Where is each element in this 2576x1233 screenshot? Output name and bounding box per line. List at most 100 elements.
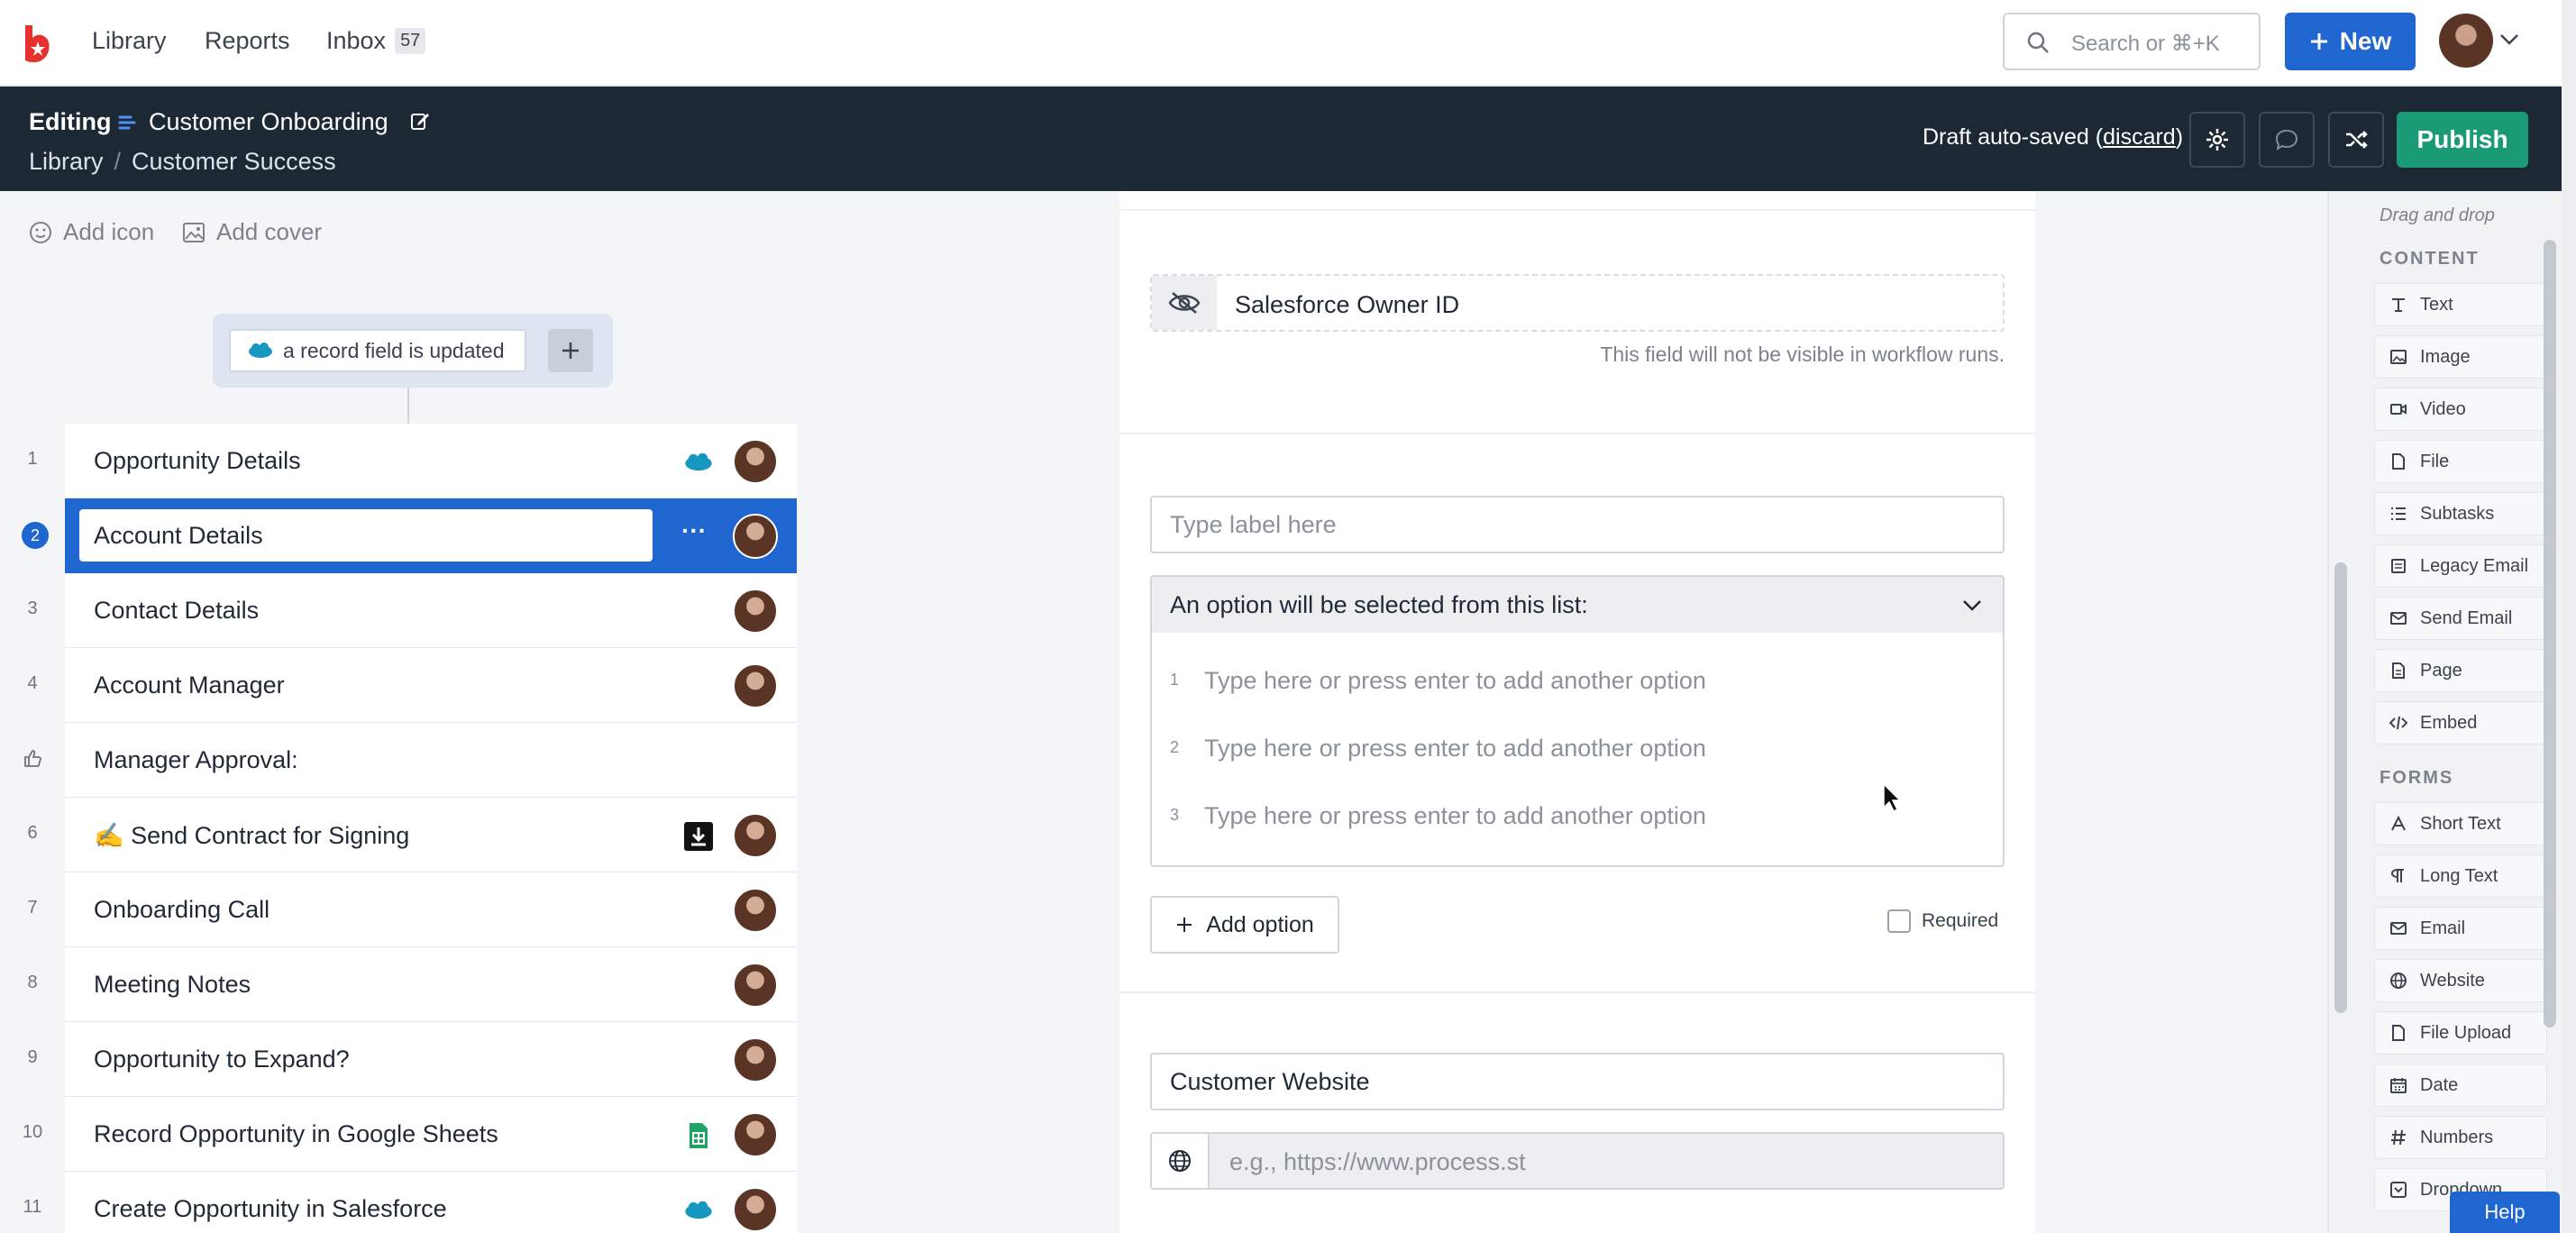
widget-video[interactable]: Video <box>2374 388 2547 431</box>
download-icon <box>683 821 714 852</box>
assignee-avatar[interactable] <box>733 888 778 933</box>
search-input[interactable]: Search or ⌘+K <box>2003 13 2261 70</box>
task-label: Record Opportunity in Google Sheets <box>94 1120 498 1147</box>
url-field[interactable]: e.g., https://www.process.st <box>1150 1132 2005 1190</box>
widget-text[interactable]: Text <box>2374 283 2547 326</box>
task-label: Manager Approval: <box>94 746 298 773</box>
help-button[interactable]: Help <box>2450 1192 2560 1233</box>
code-icon <box>2389 716 2407 730</box>
assignee-avatar[interactable] <box>733 589 778 634</box>
sidebar-scrollbar[interactable] <box>2544 240 2556 1028</box>
settings-button[interactable] <box>2189 112 2245 168</box>
task-label: Account Manager <box>94 671 285 699</box>
comments-button[interactable] <box>2259 112 2315 168</box>
widget-embed[interactable]: Embed <box>2374 701 2547 744</box>
task-row[interactable]: 4 Account Manager <box>27 648 797 723</box>
task-list: 1 Opportunity Details 2 Account Details … <box>22 424 797 1233</box>
task-row[interactable]: 11 Create Opportunity in Salesforce <box>23 1172 797 1233</box>
hidden-field-widget[interactable]: Salesforce Owner ID <box>1150 274 2005 332</box>
workflow-icon <box>118 115 136 130</box>
add-trigger-button[interactable] <box>548 329 593 372</box>
assignee-avatar[interactable] <box>733 439 778 484</box>
task-label: Contact Details <box>94 597 260 624</box>
publish-button[interactable]: Publish <box>2397 112 2528 168</box>
editor-scrollbar[interactable] <box>2334 562 2347 1013</box>
dropdown-type-select[interactable]: An option will be selected from this lis… <box>1150 575 2005 635</box>
widget-label: Video <box>2420 398 2466 419</box>
breadcrumb-customer-success[interactable]: Customer Success <box>132 148 336 175</box>
task-number: 2 <box>22 522 49 549</box>
task-row-approval[interactable]: Manager Approval: <box>24 723 797 798</box>
option-number: 2 <box>1170 738 1180 756</box>
task-row[interactable]: 1 Opportunity Details <box>27 424 797 498</box>
assignee-avatar[interactable] <box>733 663 778 708</box>
task-label: Opportunity to Expand? <box>94 1046 350 1073</box>
task-number: 4 <box>27 673 38 693</box>
task-row[interactable]: 9 Opportunity to Expand? <box>27 1022 797 1097</box>
add-cover-button[interactable]: Add cover <box>182 218 322 246</box>
widget-subtasks[interactable]: Subtasks <box>2374 492 2547 535</box>
option-input[interactable]: 2 Type here or press enter to add anothe… <box>1152 722 2003 776</box>
task-label: Opportunity Details <box>94 447 301 474</box>
chevron-down-icon[interactable] <box>2498 32 2520 47</box>
widget-long-text[interactable]: Long Text <box>2374 854 2547 898</box>
widget-website[interactable]: Website <box>2374 959 2547 1002</box>
assignee-avatar[interactable] <box>733 1037 778 1082</box>
required-checkbox[interactable]: Required <box>1887 909 1998 933</box>
draft-status: Draft auto-saved (discard) <box>1923 124 2184 150</box>
assignee-avatar[interactable] <box>733 514 778 559</box>
task-row[interactable]: 3 Contact Details <box>27 573 797 648</box>
breadcrumb-library[interactable]: Library <box>29 148 104 175</box>
nav-reports[interactable]: Reports <box>205 27 290 55</box>
add-option-label: Add option <box>1206 911 1314 937</box>
shuffle-button[interactable] <box>2328 112 2384 168</box>
label-input[interactable]: Type label here <box>1150 496 2005 553</box>
widget-label: Text <box>2420 294 2453 315</box>
assignee-avatar[interactable] <box>733 813 778 858</box>
widget-label: Short Text <box>2420 813 2501 834</box>
widget-numbers[interactable]: Numbers <box>2374 1116 2547 1159</box>
widget-short-text[interactable]: Short Text <box>2374 802 2547 845</box>
widget-file-upload[interactable]: File Upload <box>2374 1011 2547 1055</box>
video-icon <box>2390 404 2407 415</box>
assignee-avatar[interactable] <box>733 1187 778 1232</box>
task-row[interactable]: 8 Meeting Notes <box>27 947 797 1022</box>
content-section-title: CONTENT <box>2380 249 2480 269</box>
task-label: Meeting Notes <box>94 971 251 998</box>
widget-image[interactable]: Image <box>2374 335 2547 379</box>
widget-label: Website <box>2420 970 2485 991</box>
assignee-avatar[interactable] <box>733 1112 778 1157</box>
task-row[interactable]: 10 Record Opportunity in Google Sheets <box>23 1097 797 1172</box>
option-input[interactable]: 1 Type here or press enter to add anothe… <box>1152 654 2003 708</box>
task-row[interactable]: 6 ✍️ Send Contract for Signing <box>27 798 797 872</box>
edit-icon[interactable] <box>409 110 431 132</box>
page-scrollbar-track[interactable] <box>2562 0 2576 1233</box>
widget-page[interactable]: Page <box>2374 649 2547 692</box>
workflow-title[interactable]: Customer Onboarding <box>149 108 388 136</box>
checkbox[interactable] <box>1887 909 1911 933</box>
widget-send-email[interactable]: Send Email <box>2374 597 2547 640</box>
widget-label: Embed <box>2420 712 2478 733</box>
breadcrumb: Library / Customer Success <box>29 148 336 175</box>
add-icon-button[interactable]: Add icon <box>29 218 154 246</box>
task-row-selected[interactable]: 2 Account Details ··· <box>22 498 797 573</box>
more-options-icon[interactable]: ··· <box>676 518 712 549</box>
user-avatar[interactable] <box>2439 14 2493 68</box>
assignee-avatar[interactable] <box>733 963 778 1008</box>
website-label-input[interactable]: Customer Website <box>1150 1053 2005 1110</box>
task-label: Create Opportunity in Salesforce <box>94 1195 447 1222</box>
discard-link[interactable]: discard <box>2103 124 2176 150</box>
nav-library[interactable]: Library <box>92 27 167 55</box>
widget-email[interactable]: Email <box>2374 907 2547 950</box>
task-name-input[interactable]: Account Details <box>79 509 653 562</box>
task-row[interactable]: 7 Onboarding Call <box>27 872 797 947</box>
logo-icon[interactable] <box>20 23 52 63</box>
nav-inbox[interactable]: Inbox 57 <box>326 27 426 55</box>
widget-file[interactable]: File <box>2374 440 2547 483</box>
trigger-chip[interactable]: a record field is updated <box>229 329 526 372</box>
new-button[interactable]: New <box>2285 13 2416 70</box>
add-option-button[interactable]: Add option <box>1150 896 1339 954</box>
widget-legacy-email[interactable]: Legacy Email <box>2374 544 2547 588</box>
option-input[interactable]: 3 Type here or press enter to add anothe… <box>1152 790 2003 844</box>
widget-date[interactable]: Date <box>2374 1064 2547 1107</box>
